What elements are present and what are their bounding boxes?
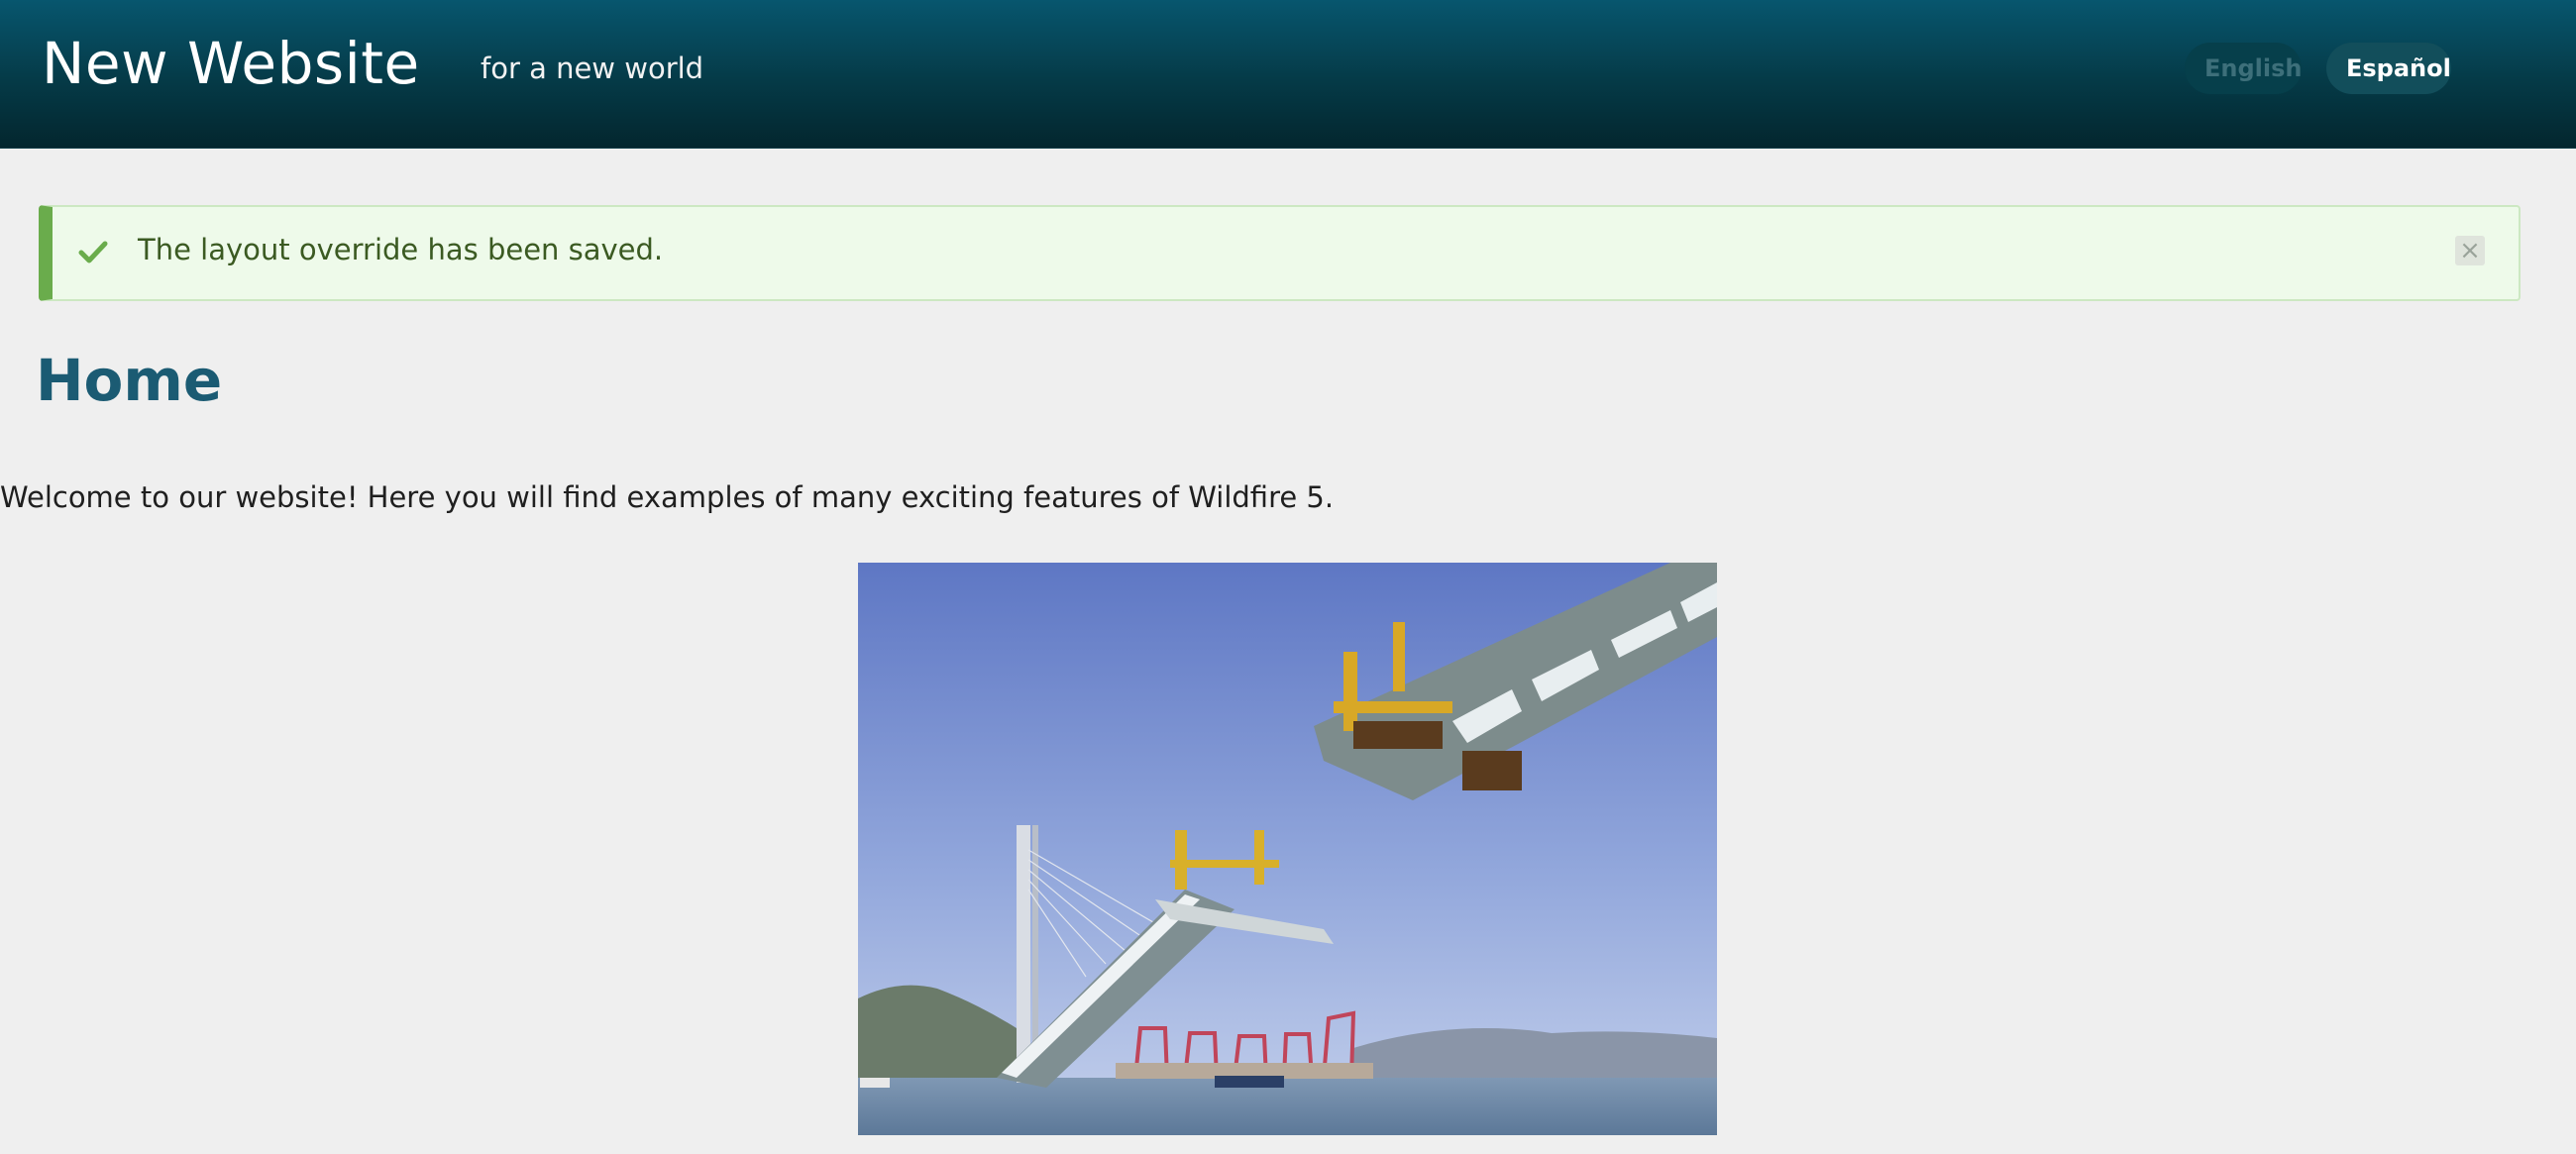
site-slogan: for a new world — [481, 52, 704, 85]
site-title[interactable]: New Website — [42, 30, 420, 97]
alert-message: The layout override has been saved. — [138, 233, 664, 266]
site-header: New Website for a new world English Espa… — [0, 0, 2576, 149]
language-spanish-button[interactable]: Español — [2326, 43, 2451, 94]
check-icon — [78, 241, 108, 263]
close-icon[interactable]: × — [2455, 236, 2485, 265]
page-title: Home — [36, 347, 223, 414]
bridge-photo — [858, 563, 1717, 1135]
intro-text: Welcome to our website! Here you will fi… — [0, 480, 1335, 514]
bridge-image — [858, 563, 1717, 1135]
success-alert: The layout override has been saved. × — [39, 205, 2521, 301]
language-english-button[interactable]: English — [2185, 43, 2302, 94]
